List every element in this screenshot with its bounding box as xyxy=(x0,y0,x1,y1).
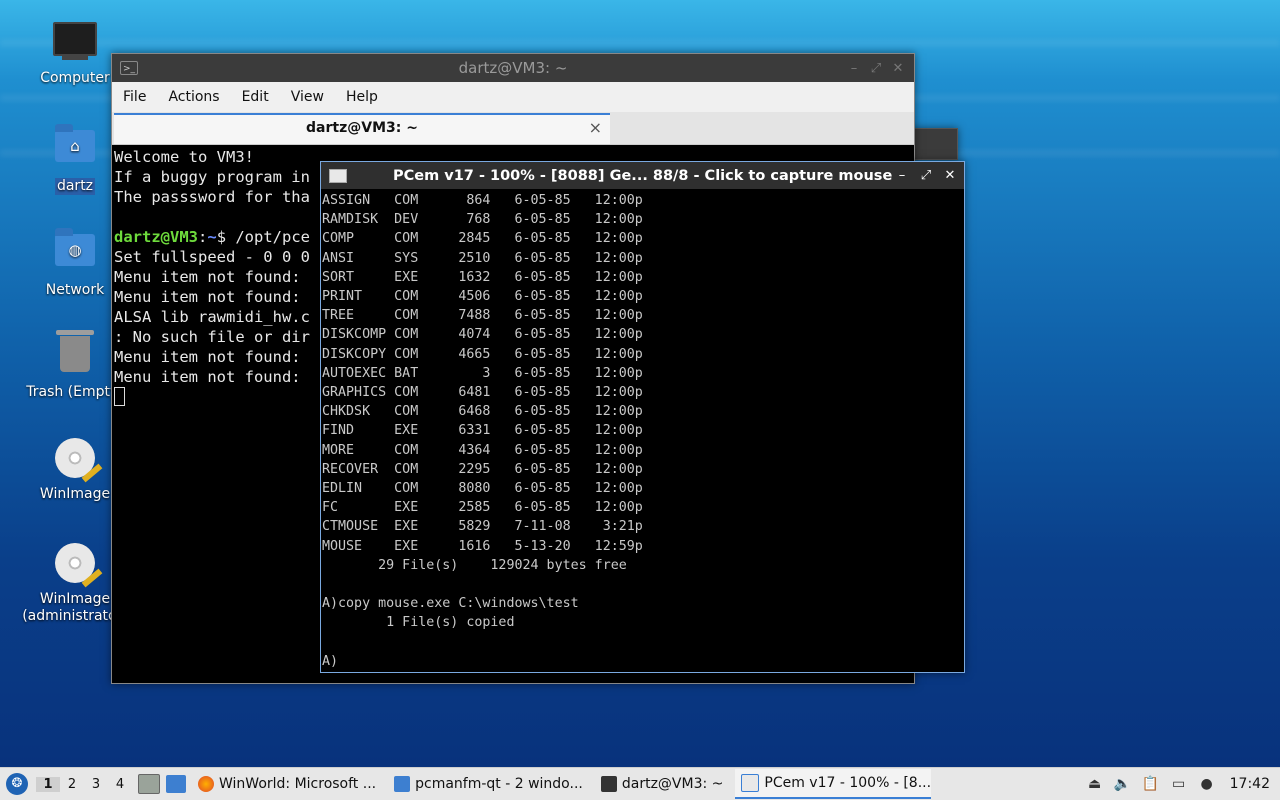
workspace-1[interactable]: 1 xyxy=(36,776,60,792)
terminal-line: If a buggy program in xyxy=(114,168,310,186)
dos-line: A) xyxy=(321,652,339,669)
show-desktop-icon[interactable] xyxy=(138,774,160,794)
volume-icon[interactable]: 🔈 xyxy=(1114,775,1132,793)
workspace-3[interactable]: 3 xyxy=(84,777,108,792)
dos-line: FC EXE 2585 6-05-85 12:00p xyxy=(321,499,643,516)
dos-line: CTMOUSE EXE 5829 7-11-08 3:21p xyxy=(321,518,643,535)
winimage-icon xyxy=(53,543,103,588)
dos-line: 29 File(s) 129024 bytes free xyxy=(321,556,627,573)
terminal-icon xyxy=(600,776,617,792)
home-folder-icon: ⌂ xyxy=(53,124,97,174)
dos-line: DISKCOMP COM 4074 6-05-85 12:00p xyxy=(321,326,643,343)
dos-line: GRAPHICS COM 6481 6-05-85 12:00p xyxy=(321,384,643,401)
dos-line: ASSIGN COM 864 6-05-85 12:00p xyxy=(321,192,643,208)
task-label: pcmanfm-qt - 2 windo... xyxy=(415,776,583,792)
dos-line: TREE COM 7488 6-05-85 12:00p xyxy=(321,307,643,324)
dos-line: 1 File(s) copied xyxy=(321,614,515,631)
terminal-line: Welcome to VM3! xyxy=(114,148,254,166)
terminal-cursor xyxy=(114,387,125,406)
task-label: WinWorld: Microsoft ... xyxy=(219,776,377,792)
clock[interactable]: 17:42 xyxy=(1230,776,1270,792)
dos-line: MOUSE EXE 1616 5-13-20 12:59p xyxy=(321,537,643,554)
notification-icon[interactable]: ● xyxy=(1198,775,1216,793)
folder-icon xyxy=(394,776,411,792)
dos-line: FIND EXE 6331 6-05-85 12:00p xyxy=(321,422,643,439)
firefox-icon xyxy=(198,776,214,792)
terminal-titlebar[interactable]: >_ dartz@VM3: ~ – ⤢ ✕ xyxy=(112,54,914,82)
terminal-prompt-path: ~ xyxy=(207,228,217,246)
window-icon xyxy=(329,168,347,183)
terminal-line: ALSA lib rawmidi_hw.c xyxy=(114,308,310,326)
pcem-title: PCem v17 - 100% - [8088] Ge... 88/8 - Cl… xyxy=(393,167,893,184)
close-button[interactable]: ✕ xyxy=(888,61,908,76)
dos-line: SORT EXE 1632 6-05-85 12:00p xyxy=(321,268,643,285)
menu-actions[interactable]: Actions xyxy=(157,89,230,105)
dos-line: AUTOEXEC BAT 3 6-05-85 12:00p xyxy=(321,364,643,381)
dos-line: DISKCOPY COM 4665 6-05-85 12:00p xyxy=(321,345,643,362)
dos-line: PRINT COM 4506 6-05-85 12:00p xyxy=(321,288,643,305)
terminal-line: : No such file or dir xyxy=(114,328,310,346)
terminal-command: $ /opt/pce xyxy=(216,228,311,246)
menu-file[interactable]: File xyxy=(112,89,157,105)
task-label: dartz@VM3: ~ xyxy=(621,776,724,792)
tab-title: dartz@VM3: ~ xyxy=(306,120,418,136)
winimage-icon xyxy=(53,438,103,483)
computer-icon xyxy=(53,22,97,66)
dos-line: A)copy mouse.exe C:\windows\test xyxy=(321,595,579,612)
clipboard-icon[interactable]: 📋 xyxy=(1142,775,1160,793)
dos-line: COMP COM 2845 6-05-85 12:00p xyxy=(321,230,643,247)
eject-icon[interactable]: ⏏ xyxy=(1086,775,1104,793)
network-folder-icon: ◍ xyxy=(53,228,97,278)
terminal-line: Set fullspeed - 0 0 0 xyxy=(114,248,310,266)
taskbar: ❂ 1 2 3 4 WinWorld: Microsoft ... pcmanf… xyxy=(0,767,1280,800)
trash-icon xyxy=(53,330,97,380)
task-winworld[interactable]: WinWorld: Microsoft ... xyxy=(192,769,382,799)
workspace-2[interactable]: 2 xyxy=(60,777,84,792)
dos-line xyxy=(322,633,951,652)
task-pcem[interactable]: PCem v17 - 100% - [8... xyxy=(735,769,932,799)
task-label: PCem v17 - 100% - [8... xyxy=(764,775,932,791)
terminal-title: dartz@VM3: ~ xyxy=(458,59,568,77)
desktop-icon-label: dartz xyxy=(54,178,96,195)
terminal-line: Menu item not found: xyxy=(114,348,310,366)
dos-line: ANSI SYS 2510 6-05-85 12:00p xyxy=(321,249,643,266)
tab-close-icon[interactable]: × xyxy=(589,118,602,137)
menu-view[interactable]: View xyxy=(280,89,335,105)
maximize-button[interactable]: ⤢ xyxy=(916,168,936,183)
dos-line xyxy=(322,575,951,594)
maximize-button[interactable]: ⤢ xyxy=(866,61,886,76)
pcem-window[interactable]: PCem v17 - 100% - [8088] Ge... 88/8 - Cl… xyxy=(320,161,965,673)
terminal-line: Menu item not found: xyxy=(114,368,310,386)
terminal-line: Menu item not found: xyxy=(114,288,310,306)
start-menu-button[interactable]: ❂ xyxy=(6,773,28,795)
minimize-button[interactable]: – xyxy=(892,168,912,183)
task-pcmanfm[interactable]: pcmanfm-qt - 2 windo... xyxy=(388,769,589,799)
background-window[interactable] xyxy=(910,128,958,160)
terminal-line: Menu item not found: xyxy=(114,268,310,286)
terminal-tabbar: dartz@VM3: ~ × xyxy=(112,112,914,145)
menu-edit[interactable]: Edit xyxy=(231,89,280,105)
terminal-tab[interactable]: dartz@VM3: ~ × xyxy=(114,113,610,144)
dos-line: MORE COM 4364 6-05-85 12:00p xyxy=(321,441,643,458)
menu-help[interactable]: Help xyxy=(335,89,389,105)
terminal-icon: >_ xyxy=(120,61,138,75)
dos-line: CHKDSK COM 6468 6-05-85 12:00p xyxy=(321,403,643,420)
pcem-titlebar[interactable]: PCem v17 - 100% - [8088] Ge... 88/8 - Cl… xyxy=(321,162,964,189)
dos-line: RECOVER COM 2295 6-05-85 12:00p xyxy=(321,460,643,477)
workspace-4[interactable]: 4 xyxy=(108,777,132,792)
window-icon xyxy=(741,774,760,792)
close-button[interactable]: ✕ xyxy=(940,168,960,183)
terminal-prompt-sep: : xyxy=(198,228,208,246)
file-manager-icon[interactable] xyxy=(166,775,186,793)
network-icon[interactable]: ▭ xyxy=(1170,775,1188,793)
terminal-line: The passsword for tha xyxy=(114,188,310,206)
dos-line: EDLIN COM 8080 6-05-85 12:00p xyxy=(321,480,643,497)
minimize-button[interactable]: – xyxy=(844,61,864,76)
dos-line: RAMDISK DEV 768 6-05-85 12:00p xyxy=(321,211,643,228)
task-terminal[interactable]: dartz@VM3: ~ xyxy=(595,769,730,799)
dos-screen[interactable]: ASSIGN COM 864 6-05-85 12:00p RAMDISK DEV… xyxy=(321,189,951,671)
terminal-menubar: File Actions Edit View Help xyxy=(112,82,914,112)
terminal-prompt-user: dartz@VM3 xyxy=(114,228,198,246)
system-tray: ⏏ 🔈 📋 ▭ ● 17:42 xyxy=(1086,775,1270,793)
